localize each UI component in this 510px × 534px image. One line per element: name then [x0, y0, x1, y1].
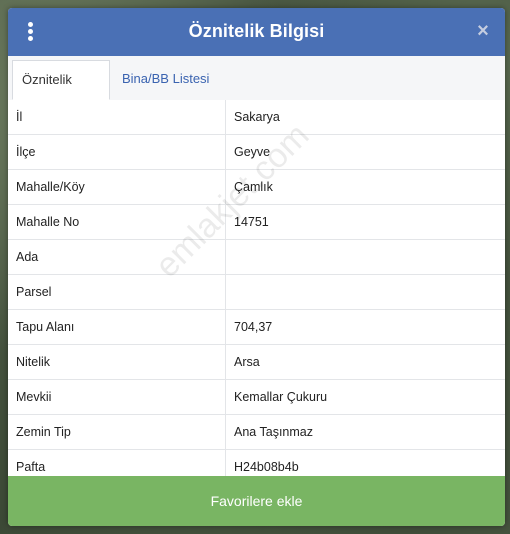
- close-icon[interactable]: ×: [473, 20, 493, 42]
- table-row: İlçe Geyve: [8, 135, 505, 170]
- table-row: Ada: [8, 240, 505, 275]
- table-row: Zemin Tip Ana Taşınmaz: [8, 415, 505, 450]
- tab-bar: Öznitelik Bilgisi Bina/BB Listesi: [8, 56, 505, 125]
- row-key: İlçe: [16, 145, 36, 159]
- row-key: Mevkii: [16, 390, 52, 404]
- table-row: Mahalle No 14751: [8, 205, 505, 240]
- add-to-favorites-button[interactable]: Favorilere ekle: [8, 476, 505, 526]
- row-value: Ana Taşınmaz: [234, 425, 313, 439]
- table-row: İl Sakarya: [8, 100, 505, 135]
- row-key: Mahalle/Köy: [16, 180, 85, 194]
- row-value: 704,37: [234, 320, 273, 334]
- table-row: Tapu Alanı 704,37: [8, 310, 505, 345]
- dialog-header: Öznitelik Bilgisi ×: [8, 8, 505, 56]
- row-value: Çamlık: [234, 180, 273, 194]
- row-value: Geyve: [234, 145, 271, 159]
- row-value: 14751: [234, 215, 269, 229]
- row-key: Parsel: [16, 285, 52, 299]
- attribute-dialog: Öznitelik Bilgisi × Öznitelik Bilgisi Bi…: [8, 8, 505, 526]
- row-key: Mahalle No: [16, 215, 80, 229]
- row-key: Ada: [16, 250, 39, 264]
- row-key: İl: [16, 110, 23, 124]
- row-value: Sakarya: [234, 110, 280, 124]
- tab-building-list[interactable]: Bina/BB Listesi: [113, 60, 218, 100]
- row-key: Nitelik: [16, 355, 51, 369]
- table-row: Mevkii Kemallar Çukuru: [8, 380, 505, 415]
- row-value: Kemallar Çukuru: [234, 390, 328, 404]
- tab-attribute-info[interactable]: Öznitelik Bilgisi: [12, 60, 110, 125]
- table-row: Parsel: [8, 275, 505, 310]
- row-key: Tapu Alanı: [16, 320, 75, 334]
- row-key: Zemin Tip: [16, 425, 71, 439]
- dialog-title: Öznitelik Bilgisi: [188, 21, 325, 41]
- row-value: Arsa: [234, 355, 260, 369]
- table-row: Nitelik Arsa: [8, 345, 505, 380]
- attribute-table: İl Sakarya İlçe Geyve Mahalle/Köy Çamlık…: [8, 100, 505, 485]
- table-row: Mahalle/Köy Çamlık: [8, 170, 505, 205]
